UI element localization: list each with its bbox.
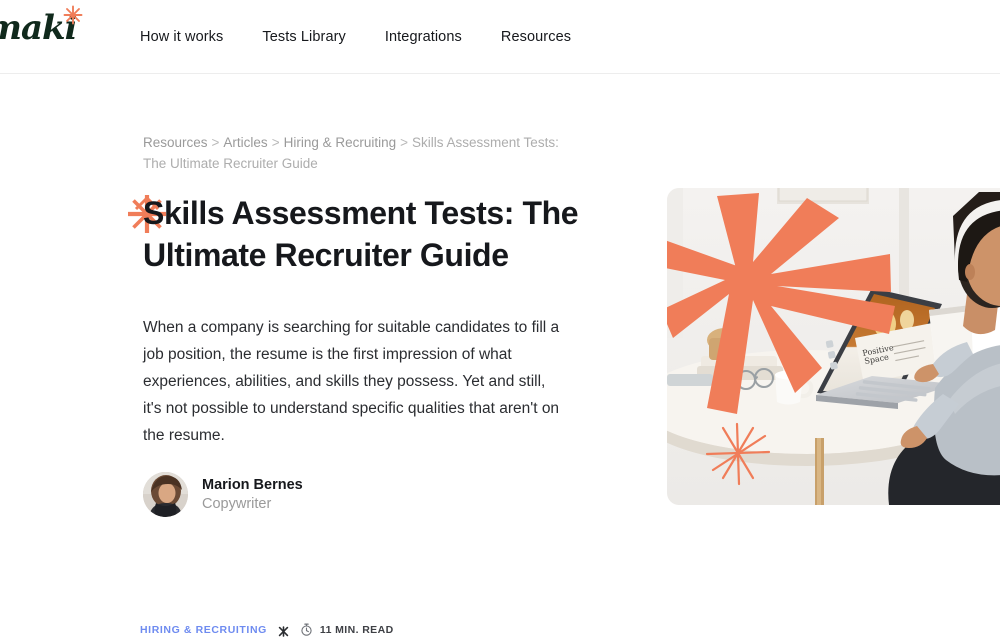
hero-image: Positive Space [667,188,1000,505]
author-meta: Marion Bernes Copywriter [202,477,303,512]
page-title: Skills Assessment Tests: The Ultimate Re… [143,195,579,273]
breadcrumb-item-articles[interactable]: Articles [223,135,267,150]
nav-item-resources[interactable]: Resources [501,29,571,45]
nav-item-how-it-works[interactable]: How it works [140,29,223,45]
author-role: Copywriter [202,496,272,512]
author-avatar [143,472,188,517]
breadcrumb-item-resources[interactable]: Resources [143,135,208,150]
title-block: Skills Assessment Tests: The Ultimate Re… [128,192,613,276]
article-lede: When a company is searching for suitable… [143,319,560,444]
author-name: Marion Bernes [202,477,303,493]
breadcrumb-separator: > [211,135,220,150]
breadcrumb: Resources > Articles > Hiring & Recruiting > S… [143,132,563,174]
article-meta-row: HIRING & RECRUITING 11 MIN. READ [140,623,394,637]
main-content: Resources > Articles > Hiring & Recruiting > S… [0,74,1000,637]
nav-item-integrations[interactable]: Integrations [385,29,462,45]
breadcrumb-item-hiring-recruiting[interactable]: Hiring & Recruiting [284,135,397,150]
star-separator-icon [278,624,289,637]
logo[interactable]: maki [0,2,96,52]
site-header: maki How it works Tests Library Integrat… [0,0,1000,74]
nav-item-tests-library[interactable]: Tests Library [262,29,346,45]
asterisk-star-icon [62,4,84,26]
main-nav: How it works Tests Library Integrations … [140,0,571,74]
breadcrumb-separator: > [271,135,280,150]
breadcrumb-separator: > [400,135,409,150]
read-time-label: 11 MIN. READ [319,623,394,636]
category-tag-hiring-recruiting[interactable]: HIRING & RECRUITING [140,624,267,636]
author-block: Marion Bernes Copywriter [143,472,303,517]
stopwatch-icon [300,623,313,636]
